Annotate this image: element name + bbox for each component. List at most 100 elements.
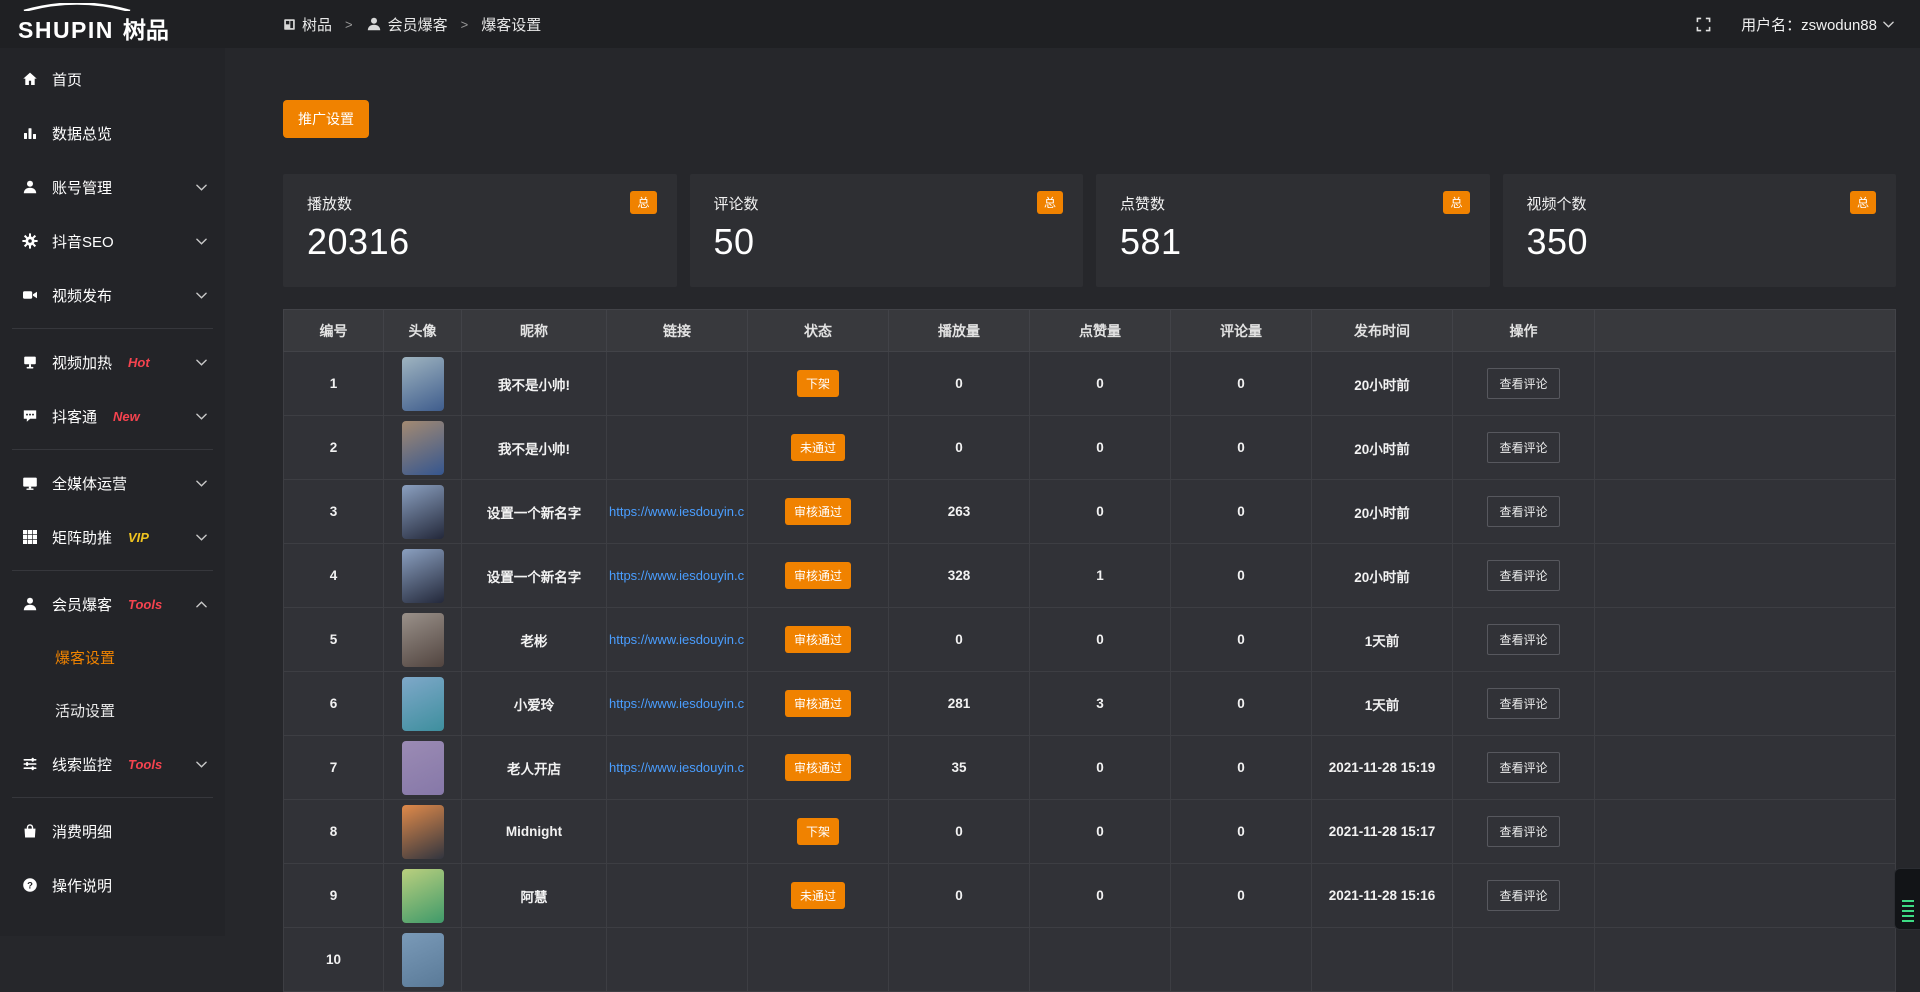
sidebar-item-video-heating[interactable]: 视频加热Hot <box>0 335 225 389</box>
cell-action: 查看评论 <box>1453 864 1595 928</box>
floating-widget[interactable] <box>1894 868 1920 930</box>
cell-likes: 0 <box>1030 736 1171 800</box>
cell-nickname: 小爱玲 <box>462 672 607 736</box>
view-comments-button[interactable]: 查看评论 <box>1487 816 1559 847</box>
cell-plays: 35 <box>889 736 1030 800</box>
cell-comments <box>1171 928 1312 992</box>
breadcrumb-item[interactable]: 会员爆客 <box>366 14 448 35</box>
breadcrumb-item[interactable]: 树品 <box>283 14 332 35</box>
question-icon: ? <box>22 877 38 893</box>
cell-status: 审核通过 <box>748 672 889 736</box>
sidebar-item-douketong[interactable]: 抖客通New <box>0 389 225 443</box>
profile-link[interactable]: https://www.iesdouyin.c <box>609 568 745 583</box>
sidebar-item-data-overview[interactable]: 数据总览 <box>0 106 225 160</box>
cell-status: 审核通过 <box>748 608 889 672</box>
status-badge: 下架 <box>797 818 839 845</box>
stat-card: 播放数总20316 <box>283 174 677 287</box>
promotion-settings-button[interactable]: 推广设置 <box>283 100 369 138</box>
cell-likes: 0 <box>1030 416 1171 480</box>
cell-id: 9 <box>284 864 384 928</box>
sidebar-item-badge: Tools <box>128 757 162 772</box>
cell-avatar <box>384 608 462 672</box>
view-comments-button[interactable]: 查看评论 <box>1487 688 1559 719</box>
cell-link <box>607 416 748 480</box>
stat-cards: 播放数总20316评论数总50点赞数总581视频个数总350 <box>283 174 1896 287</box>
table-row: 10 <box>284 928 1896 992</box>
status-badge: 未通过 <box>791 434 845 461</box>
table-body: 1我不是小帅!下架00020小时前查看评论2我不是小帅!未通过00020小时前查… <box>284 352 1896 992</box>
user-menu[interactable]: 用户名：zswodun88 <box>1741 14 1894 35</box>
sidebar-item-clue-monitor[interactable]: 线索监控 Tools <box>0 737 225 791</box>
topbar: SHUPIN 树品 树品>会员爆客>爆客设置 用户名：zswodun88 <box>0 0 1920 48</box>
cell-nickname: 我不是小帅! <box>462 352 607 416</box>
svg-text:?: ? <box>27 880 33 891</box>
sidebar-item-media-operation[interactable]: 全媒体运营 <box>0 456 225 510</box>
profile-link[interactable]: https://www.iesdouyin.c <box>609 504 745 519</box>
cell-likes: 0 <box>1030 480 1171 544</box>
sidebar-item-matrix-boost[interactable]: 矩阵助推VIP <box>0 510 225 564</box>
sidebar-item-home[interactable]: 首页 <box>0 52 225 106</box>
sidebar-divider <box>12 449 213 450</box>
view-comments-button[interactable]: 查看评论 <box>1487 624 1559 655</box>
cell-link: https://www.iesdouyin.c <box>607 672 748 736</box>
sidebar-subitem[interactable]: 爆客设置 <box>0 631 225 684</box>
cell-link <box>607 864 748 928</box>
cell-status <box>748 928 889 992</box>
table-header-cell: 播放量 <box>889 310 1030 352</box>
view-comments-button[interactable]: 查看评论 <box>1487 432 1559 463</box>
view-comments-button[interactable]: 查看评论 <box>1487 368 1559 399</box>
profile-link[interactable]: https://www.iesdouyin.c <box>609 632 745 647</box>
sidebar-item-help[interactable]: ?操作说明 <box>0 858 225 912</box>
sidebar-divider <box>12 328 213 329</box>
cell-action: 查看评论 <box>1453 672 1595 736</box>
fullscreen-icon[interactable] <box>1696 17 1711 32</box>
grid-icon <box>22 529 38 545</box>
table-row: 6小爱玲https://www.iesdouyin.c审核通过281301天前查… <box>284 672 1896 736</box>
table-row: 3设置一个新名字https://www.iesdouyin.c审核通过26300… <box>284 480 1896 544</box>
sidebar-item-consume-detail[interactable]: 消费明细 <box>0 804 225 858</box>
stat-card-label: 评论数 <box>714 193 1060 214</box>
sidebar-subitem[interactable]: 活动设置 <box>0 684 225 737</box>
cell-nickname: 老人开店 <box>462 736 607 800</box>
cell-link: https://www.iesdouyin.c <box>607 544 748 608</box>
avatar <box>402 549 444 603</box>
cell-time: 2021-11-28 15:19 <box>1312 736 1453 800</box>
data-table: 编号头像昵称链接状态播放量点赞量评论量发布时间操作 1我不是小帅!下架00020… <box>283 309 1896 992</box>
view-comments-button[interactable]: 查看评论 <box>1487 496 1559 527</box>
cell-id: 3 <box>284 480 384 544</box>
sidebar-item-video-publish[interactable]: 视频发布 <box>0 268 225 322</box>
view-comments-button[interactable]: 查看评论 <box>1487 880 1559 911</box>
cell-plays: 328 <box>889 544 1030 608</box>
status-badge: 审核通过 <box>785 626 851 653</box>
sidebar-item-account-manage[interactable]: 账号管理 <box>0 160 225 214</box>
cell-link <box>607 800 748 864</box>
breadcrumb-separator: > <box>461 17 469 32</box>
chevron-down-icon <box>196 534 207 541</box>
stat-card-badge: 总 <box>1443 191 1469 214</box>
cell-action: 查看评论 <box>1453 480 1595 544</box>
cell-time: 20小时前 <box>1312 352 1453 416</box>
stat-card-badge: 总 <box>1037 191 1063 214</box>
cell-filler <box>1595 736 1896 800</box>
view-comments-button[interactable]: 查看评论 <box>1487 560 1559 591</box>
cell-comments: 0 <box>1171 544 1312 608</box>
cell-nickname <box>462 928 607 992</box>
cell-comments: 0 <box>1171 864 1312 928</box>
cell-likes: 3 <box>1030 672 1171 736</box>
chevron-down-icon <box>196 761 207 768</box>
avatar <box>402 677 444 731</box>
profile-link[interactable]: https://www.iesdouyin.c <box>609 696 745 711</box>
view-comments-button[interactable]: 查看评论 <box>1487 752 1559 783</box>
sidebar-item-douyin-seo[interactable]: 抖音SEO <box>0 214 225 268</box>
cell-id: 10 <box>284 928 384 992</box>
sidebar-item-member-baoke[interactable]: 会员爆客Tools <box>0 577 225 631</box>
cell-avatar <box>384 544 462 608</box>
sidebar-item-label: 线索监控 <box>52 754 112 775</box>
cell-plays: 263 <box>889 480 1030 544</box>
sidebar-item-label: 首页 <box>52 69 82 90</box>
table-row: 9阿慧未通过0002021-11-28 15:16查看评论 <box>284 864 1896 928</box>
profile-link[interactable]: https://www.iesdouyin.c <box>609 760 745 775</box>
cell-plays <box>889 928 1030 992</box>
cell-avatar <box>384 736 462 800</box>
table-header-cell: 链接 <box>607 310 748 352</box>
